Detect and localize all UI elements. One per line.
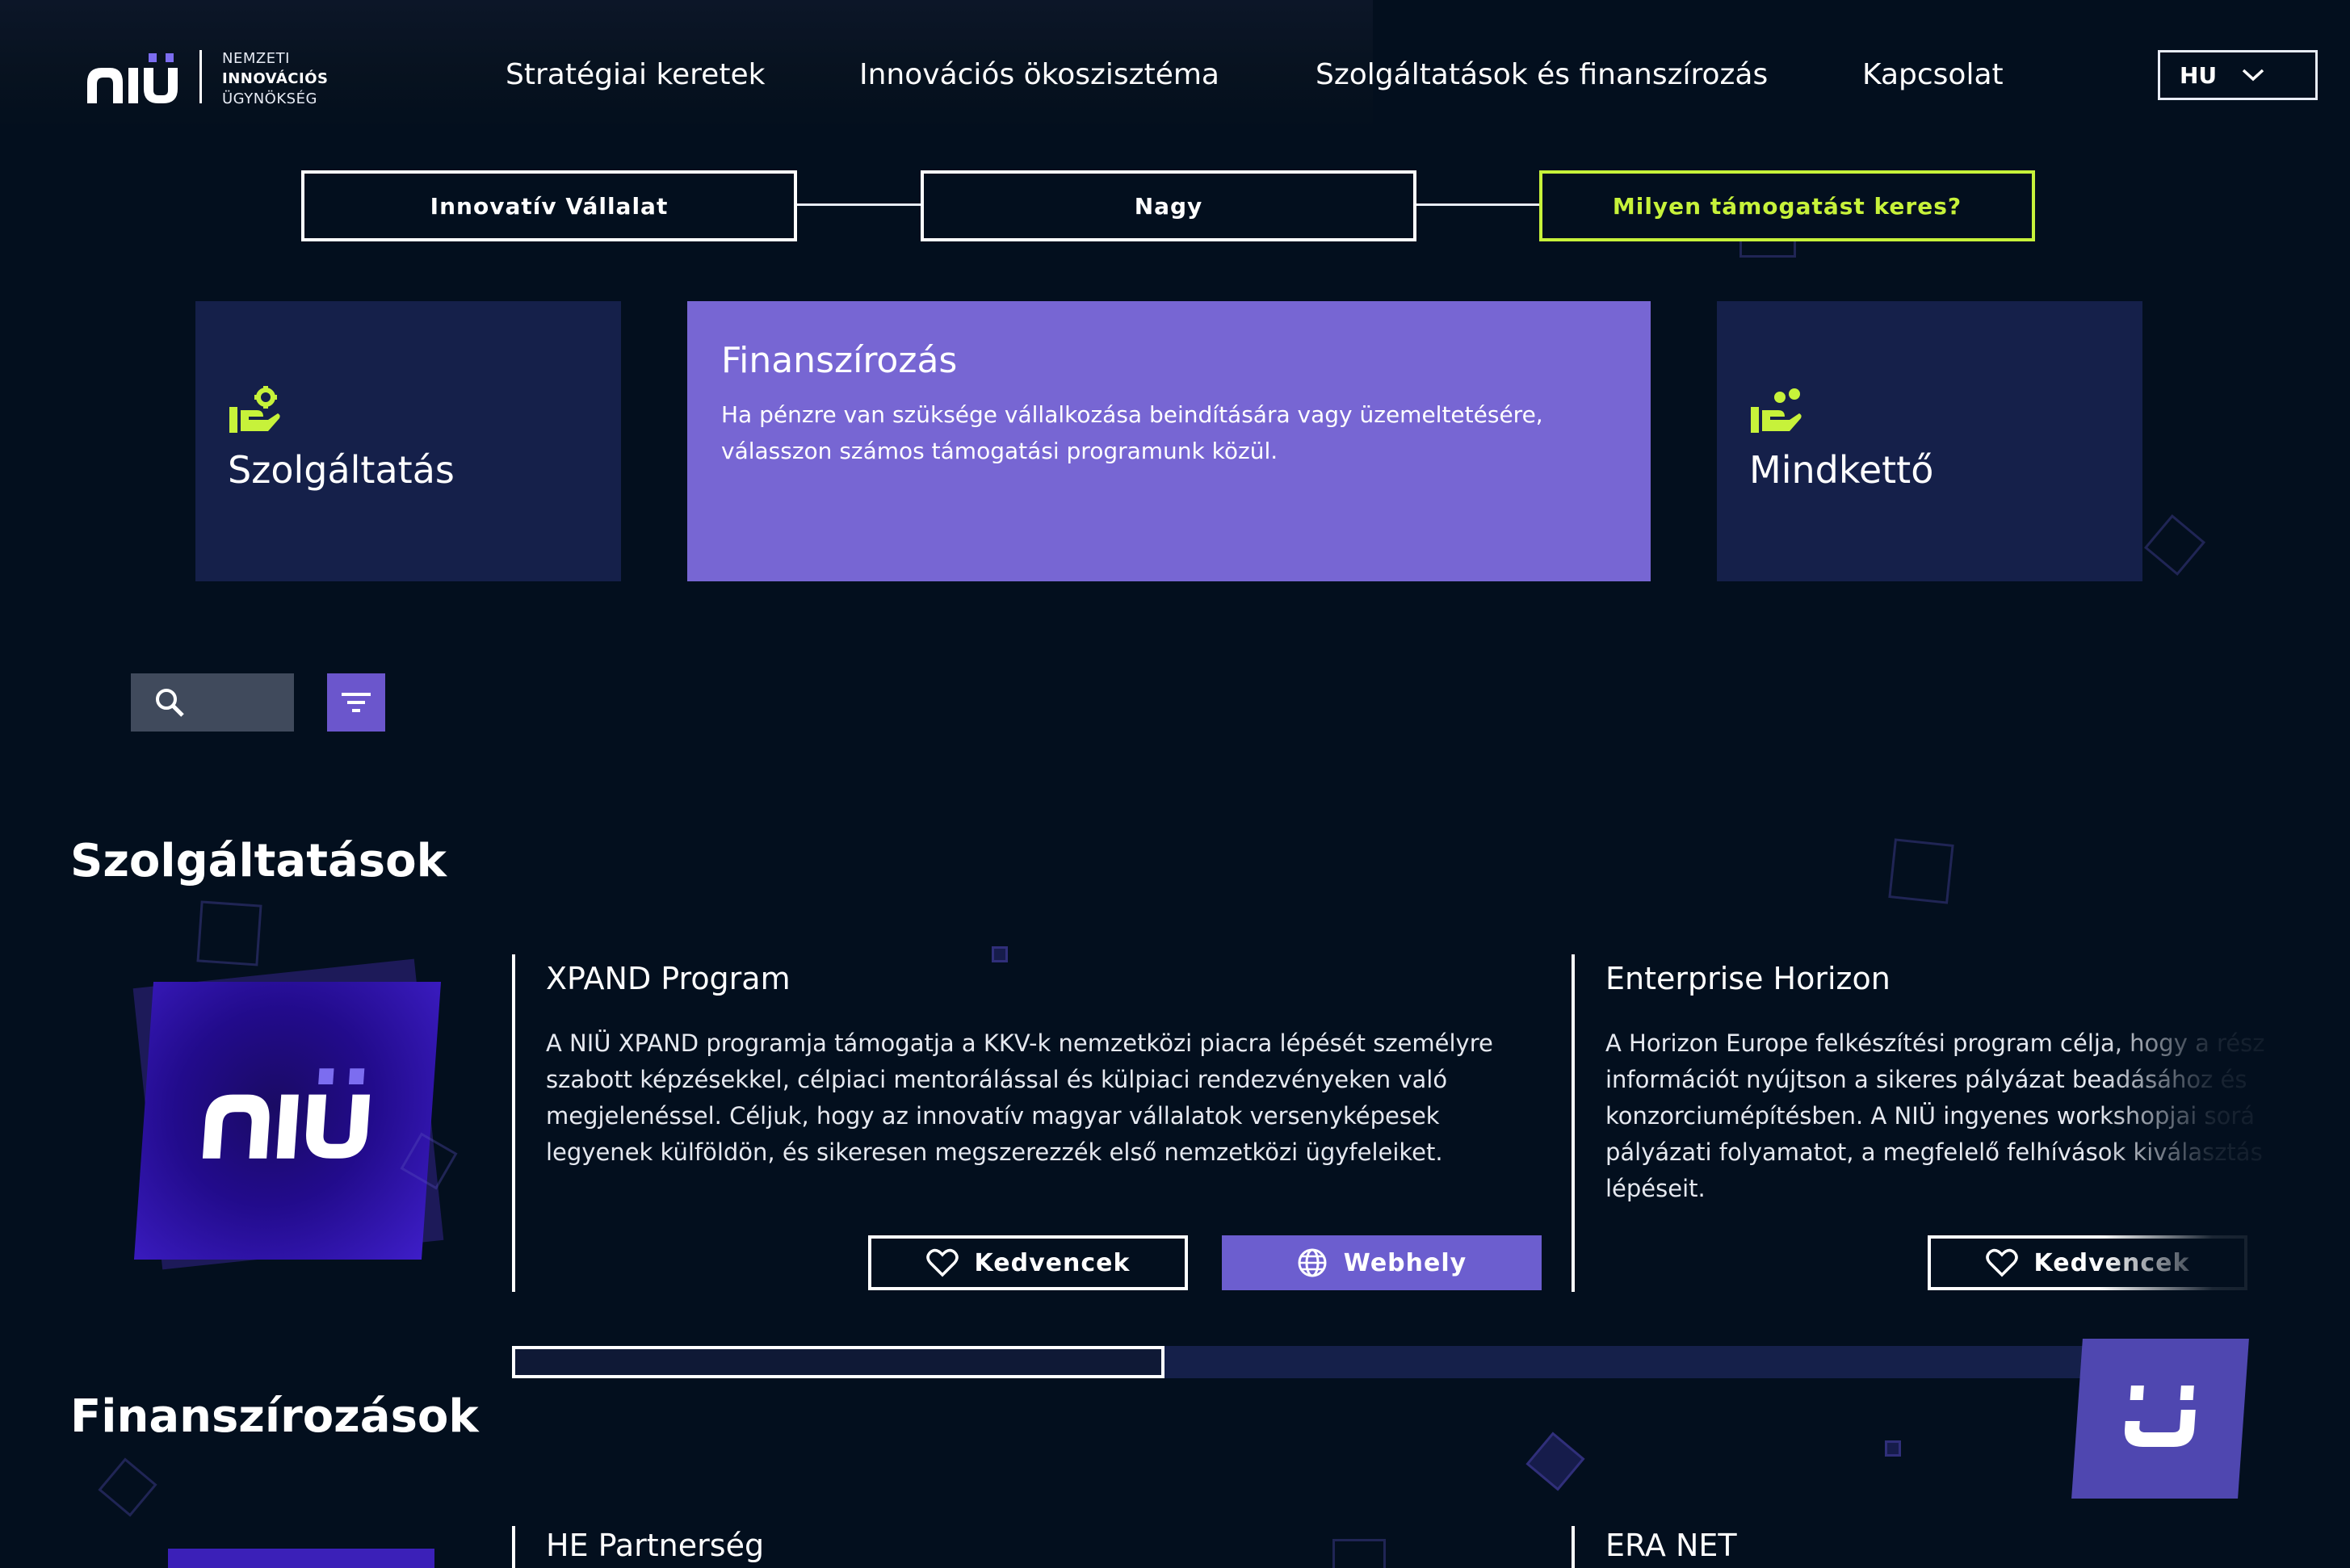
funding-card-title[interactable]: ERA NET (1605, 1528, 1737, 1563)
service-card: XPAND Program A NIÜ XPAND programja támo… (512, 954, 1562, 1292)
logo-line: ÜGYNÖKSÉG (222, 90, 317, 107)
heart-icon (925, 1248, 959, 1277)
stepper-step-company-size[interactable]: Nagy (921, 170, 1416, 241)
search-icon (156, 689, 184, 717)
featured-image (133, 982, 442, 1260)
globe-icon (1298, 1248, 1327, 1277)
decor-diamond (1525, 1432, 1585, 1491)
language-value: HU (2180, 61, 2218, 89)
option-card-service[interactable]: Szolgáltatás (195, 301, 621, 581)
option-card-label: Szolgáltatás (228, 448, 455, 492)
niu-logo-icon (202, 1068, 371, 1159)
heart-icon (1985, 1248, 2018, 1277)
funding-card: ERA NET (1572, 1526, 2298, 1568)
decor-diamond (98, 1457, 157, 1517)
logo-wordmark: NEMZETI INNOVÁCIÓS ÜGYNÖKSÉG (222, 48, 328, 109)
logo-line: NEMZETI (222, 50, 290, 67)
decor-square (1332, 1539, 1386, 1568)
language-select[interactable]: HU (2158, 50, 2318, 100)
carousel-fade (2100, 953, 2350, 1300)
section-title-services: Szolgáltatások (70, 835, 447, 887)
hand-coins-icon (1751, 388, 1802, 433)
option-card-funding[interactable]: Finanszírozás Ha pénzre van szüksége vál… (687, 301, 1651, 581)
stepper-step-company-type[interactable]: Innovatív Vállalat (301, 170, 797, 241)
logo-separator (199, 50, 202, 103)
page: NEMZETI INNOVÁCIÓS ÜGYNÖKSÉG Stratégiai … (0, 0, 2350, 1568)
stepper-connector (796, 203, 921, 206)
nav-item-innovacios-okoszisztema[interactable]: Innovációs ökoszisztéma (859, 58, 1219, 91)
filter-icon (342, 693, 371, 712)
funding-card: HE Partnerség (512, 1526, 1320, 1568)
service-card-description: A NIÜ XPAND programja támogatja a KKV-k … (546, 1029, 1493, 1166)
website-button-label: Webhely (1343, 1248, 1467, 1277)
chevron-down-icon (2242, 69, 2264, 82)
nav-item-szolgaltatasok-es-finanszirozas[interactable]: Szolgáltatások és finanszírozás (1316, 58, 1768, 91)
option-card-both[interactable]: Mindkettő (1717, 301, 2142, 581)
website-button[interactable]: Webhely (1222, 1235, 1542, 1290)
option-card-description: Ha pénzre van szüksége vállalkozása bein… (721, 401, 1543, 464)
hand-gear-icon (229, 386, 280, 433)
favorites-button-label: Kedvencek (974, 1248, 1131, 1277)
nav-item-strategiai-keretek[interactable]: Stratégiai keretek (506, 58, 765, 91)
decor-diamond (2143, 514, 2206, 576)
service-card-title[interactable]: Enterprise Horizon (1605, 961, 1890, 996)
featured-image (168, 1549, 434, 1568)
service-card-title[interactable]: XPAND Program (546, 961, 791, 996)
section-title-funding: Finanszírozások (70, 1390, 479, 1443)
logo-line: INNOVÁCIÓS (222, 70, 329, 87)
filter-button[interactable] (327, 673, 385, 732)
chat-widget-button[interactable] (2071, 1339, 2249, 1499)
decor-square (196, 900, 262, 966)
favorites-button[interactable]: Kedvencek (868, 1235, 1188, 1290)
carousel-scrollbar-thumb[interactable] (512, 1346, 1165, 1378)
search-input[interactable] (131, 673, 294, 732)
stepper-connector (1415, 203, 1539, 206)
smiley-icon (2125, 1386, 2196, 1447)
niu-logo-icon[interactable] (86, 50, 179, 107)
option-card-label: Mindkettő (1749, 448, 1934, 492)
funding-card-title[interactable]: HE Partnerség (546, 1528, 764, 1563)
option-card-title: Finanszírozás (721, 340, 958, 381)
decor-square (1885, 1440, 1901, 1457)
nav-item-kapcsolat[interactable]: Kapcsolat (1862, 58, 2004, 91)
decor-square (1888, 838, 1954, 904)
stepper-step-support-type[interactable]: Milyen támogatást keres? (1539, 170, 2035, 241)
